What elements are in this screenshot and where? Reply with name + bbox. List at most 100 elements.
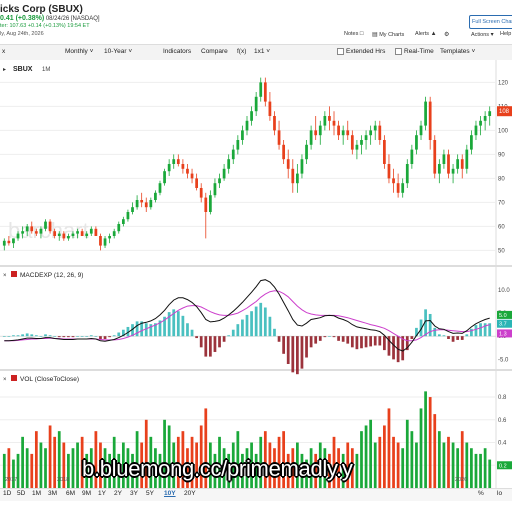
candle — [236, 140, 240, 150]
compare-button[interactable]: Compare — [201, 48, 228, 55]
price-tick: 60 — [498, 224, 505, 230]
fx-button[interactable]: f(x) — [237, 48, 246, 55]
candle — [465, 149, 469, 169]
histogram-bar — [360, 336, 363, 349]
candle — [373, 125, 377, 131]
candle — [85, 233, 89, 236]
range-3m[interactable]: 3M — [48, 490, 57, 497]
histogram-bar — [328, 336, 331, 337]
histogram-bar — [465, 334, 469, 337]
notes-link[interactable]: Notes □ — [344, 31, 364, 37]
volume-value-label: 0.2 — [499, 463, 507, 469]
range-9m[interactable]: 9M — [82, 490, 91, 497]
histogram-bar — [314, 336, 318, 344]
indicators-button[interactable]: Indicators — [163, 48, 191, 55]
candle — [12, 238, 15, 244]
collapse-icon[interactable]: ▸ — [3, 67, 6, 73]
period-select[interactable]: Monthly ˅ — [65, 48, 93, 55]
volume-bar — [433, 414, 437, 488]
histogram-bar — [286, 336, 290, 364]
volume-bar — [12, 459, 15, 488]
actions-menu[interactable]: Actions ▾ — [471, 31, 494, 38]
price-change: 0.41 (+0.38%) — [0, 15, 45, 22]
range-5y[interactable]: 5Y — [146, 490, 154, 497]
candle — [53, 231, 57, 236]
my-charts-link[interactable]: ▤ My Charts — [372, 31, 404, 38]
candle — [16, 233, 20, 239]
histogram-bar — [346, 336, 350, 344]
candle — [48, 221, 52, 232]
range-2y[interactable]: 2Y — [114, 490, 122, 497]
volume-bar — [21, 436, 24, 488]
alerts-link[interactable]: Alerts ▲ — [415, 31, 437, 37]
candle — [76, 231, 79, 234]
histogram-bar — [433, 327, 437, 337]
volume-bar — [396, 442, 400, 488]
histogram-bar — [268, 316, 272, 337]
candle — [154, 192, 157, 200]
candle — [195, 178, 198, 188]
extended-hours-toggle[interactable]: Extended Hrs — [337, 48, 385, 55]
candle — [241, 130, 244, 140]
candle — [456, 159, 460, 169]
candle — [108, 236, 111, 239]
range-select[interactable]: 10-Year ˅ — [104, 48, 132, 55]
histogram-bar — [364, 336, 368, 348]
histogram-bar — [337, 336, 340, 341]
range-5d[interactable]: 5D — [17, 490, 25, 497]
histogram-bar — [57, 336, 61, 338]
volume-bar — [369, 419, 373, 488]
volume-bar — [383, 425, 386, 488]
histogram-bar — [67, 336, 70, 338]
macd-panel-label: MACDEXP (12, 26, 9) — [20, 272, 83, 279]
candle — [163, 171, 166, 184]
settings-link[interactable]: ⚙ — [444, 31, 449, 38]
histogram-bar — [350, 336, 354, 348]
realtime-toggle[interactable]: Real-Time — [395, 48, 434, 55]
histogram-bar — [53, 336, 57, 337]
candle — [62, 233, 66, 239]
range-3y[interactable]: 3Y — [130, 490, 138, 497]
range-10y[interactable]: 10Y — [164, 490, 176, 497]
price-chart[interactable]: barchart 120110100908070605010810.05.00.… — [0, 60, 512, 500]
histogram-bar — [369, 336, 373, 347]
volume-bar — [44, 448, 47, 488]
close-icon[interactable]: × — [3, 273, 7, 279]
histogram-bar — [383, 336, 386, 351]
symbol-clear[interactable]: x — [2, 48, 5, 55]
candle — [126, 212, 130, 220]
range-20y[interactable]: 20Y — [184, 490, 196, 497]
volume-bar — [401, 448, 405, 488]
ratio-select[interactable]: 1x1 ˅ — [254, 48, 270, 55]
candle — [112, 231, 116, 236]
histogram-bar — [112, 335, 116, 337]
log-scale-toggle[interactable]: lo — [497, 490, 502, 497]
after-hours-quote: ter: 107.63 +0.14 (+0.13%) 19:54 ET — [0, 23, 90, 29]
volume-bar — [470, 448, 473, 488]
candle — [263, 82, 267, 102]
range-1y[interactable]: 1Y — [98, 490, 106, 497]
candle — [318, 125, 322, 136]
candle — [186, 168, 189, 174]
templates-select[interactable]: Templates ˅ — [440, 48, 475, 55]
candle — [314, 130, 318, 136]
percent-scale-toggle[interactable]: % — [478, 490, 484, 497]
histogram-bar — [204, 336, 208, 357]
candle — [218, 178, 221, 184]
range-1m[interactable]: 1M — [32, 490, 41, 497]
range-1d[interactable]: 1D — [3, 490, 11, 497]
candle — [135, 200, 139, 208]
histogram-bar — [30, 334, 34, 337]
fullscreen-chart-button[interactable]: Full Screen Chart — [469, 15, 512, 29]
histogram-bar — [309, 336, 313, 348]
volume-bar — [378, 436, 382, 488]
histogram-bar — [341, 336, 345, 342]
close-icon[interactable]: × — [3, 377, 7, 383]
candle — [415, 135, 418, 150]
range-6m[interactable]: 6M — [66, 490, 75, 497]
help-link[interactable]: Help — [500, 31, 511, 37]
chevron-down-icon: ▾ — [490, 32, 494, 38]
histogram-bar — [373, 336, 377, 346]
volume-bar — [392, 436, 395, 488]
volume-bar — [419, 408, 423, 488]
